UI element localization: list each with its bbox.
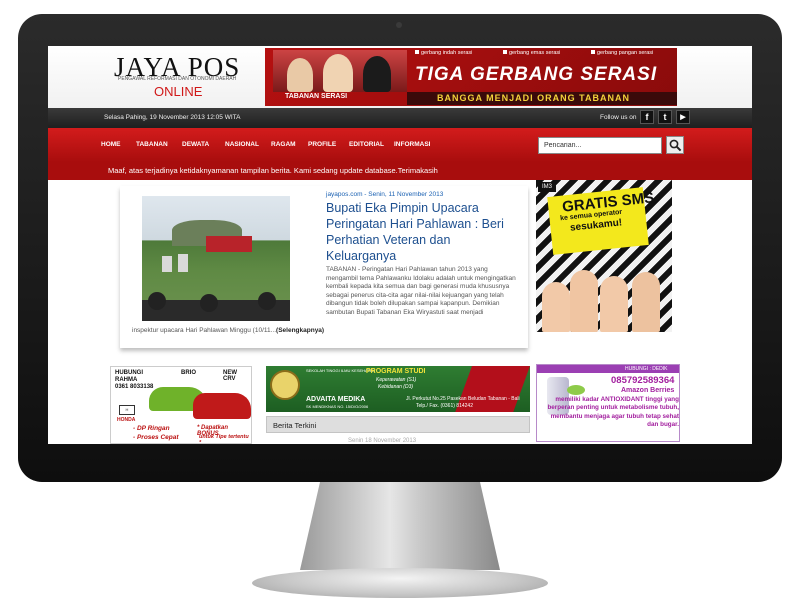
im3-ad[interactable]: IM3 GRATIS SMS ke semua operator sesukam… [536,180,672,332]
notice-bar: Maaf, atas terjadinya ketidaknyamanan ta… [48,162,752,180]
monitor-stand-base [252,568,548,598]
im3-logo: IM3 [538,182,556,192]
nav-profile[interactable]: PROFILE [308,141,336,148]
honda-contact-label: HUBUNGI [115,370,143,376]
college-name: ADVAITA MEDIKA [306,396,366,403]
banner-tag: gerbang indah serasi [415,50,472,56]
banner-headline: TIGA GERBANG SERASI [415,64,658,85]
nav-home[interactable]: HOME [101,141,121,148]
news-date: Senin 18 November 2013 [348,438,417,444]
honda-promo: - Proses Cepat [133,434,179,441]
honda-contact-name: RAHMA [115,377,138,383]
search-input[interactable] [538,137,662,154]
featured-photo[interactable] [142,196,290,321]
logo-online[interactable]: ONLINE [154,84,202,99]
model-image [600,276,628,332]
banner-slogan: BANGGA MENJADI ORANG TABANAN [437,93,630,103]
section-header-berita-terkini: Berita Terkini [266,416,530,433]
monitor-stand-neck [300,482,500,570]
model-image [570,270,598,332]
model-image [542,282,570,332]
honda-logo-icon: H [119,405,135,415]
contact-label: HUBUNGI : DEDIK [625,366,668,372]
article-title[interactable]: Bupati Eka Pimpin Upacara Peringatan Har… [326,200,516,264]
current-date: Selasa Pahing, 19 November 2013 12:05 WI… [104,114,241,121]
article-excerpt: TABANAN - Peringatan Hari Pahlawan tahun… [326,266,516,316]
article-excerpt-tail: inspektur upacara Hari Pahlawan Minggu (… [132,327,325,334]
model-image [632,272,660,332]
logo-tagline: PENGAWAL REFORMASI DAN OTONOMI DAERAH [118,76,237,82]
program-heading: PROGRAM STUDI [366,368,426,375]
college-license: SK MENDIKNAS NO. 15/D/O/2006 [306,404,369,409]
nav-ragam[interactable]: RAGAM [271,141,296,148]
brio-label: BRIO [181,370,196,376]
program-item: Keperawatan (S1) [376,377,417,383]
advaita-medika-ad[interactable]: SEKOLAH TINGGI ILMU KESEHATAN ADVAITA ME… [266,366,530,412]
product-name: Amazon Berries [621,387,675,394]
leaf-icon [567,385,585,395]
browser-screen: JAYA POS PENGAWAL REFORMASI DAN OTONOMI … [48,46,752,444]
nav-editorial[interactable]: EDITORIAL [349,141,384,148]
honda-brand: HONDA [117,417,136,423]
banner-photo [273,50,407,92]
search-icon [669,139,682,152]
read-more-link[interactable]: (Selengkapnya) [276,327,324,334]
follow-label: Follow us on [600,114,637,121]
header-banner-ad[interactable]: TABANAN SERASI gerbang indah serasi gerb… [265,48,677,106]
program-item: Kebidanan (D3) [378,384,414,390]
college-seal-icon [270,370,300,400]
youtube-icon[interactable]: ▶ [676,110,690,124]
search-button[interactable] [666,136,684,154]
site-header: JAYA POS PENGAWAL REFORMASI DAN OTONOMI … [48,46,752,108]
nav-tabanan[interactable]: TABANAN [136,141,168,148]
webcam-icon [396,22,402,28]
college-address: Jl. Perkutut No.25 Pasekan Beludan Taban… [406,396,520,402]
banner-tag: gerbang emas serasi [503,50,560,56]
section-title: Berita Terkini [273,421,317,430]
college-type: SEKOLAH TINGGI ILMU KESEHATAN [306,368,376,373]
crv-car-image [193,393,251,419]
honda-ad[interactable]: HUBUNGI RAHMA 0361 8033138 BRIO NEW CRV … [110,366,252,444]
notice-text: Maaf, atas terjadinya ketidaknyamanan ta… [108,166,438,175]
amazon-berries-ad[interactable]: HUBUNGI : DEDIK 085792589364 Amazon Berr… [536,364,680,442]
twitter-icon[interactable]: t [658,110,672,124]
nav-informasi[interactable]: INFORMASI [394,141,430,148]
article-meta: jayapos.com - Senin, 11 November 2013 [326,191,444,198]
nav-nasional[interactable]: NASIONAL [225,141,259,148]
date-bar: Selasa Pahing, 19 November 2013 12:05 WI… [48,108,752,128]
college-phone: Telp./ Fax. (0361) 814242 [416,403,473,409]
featured-article: jayapos.com - Senin, 11 November 2013 Bu… [120,186,528,348]
facebook-icon[interactable]: f [640,110,654,124]
main-nav: HOME TABANAN DEWATA NASIONAL RAGAM PROFI… [48,128,752,162]
nav-dewata[interactable]: DEWATA [182,141,209,148]
honda-bonus: untuk Tipe tertentu * [199,434,249,444]
crv-label: NEW CRV [223,370,237,382]
banner-photo-caption: TABANAN SERASI [285,93,348,100]
contact-phone: 085792589364 [611,375,675,386]
honda-contact-phone: 0361 8033138 [115,384,154,390]
product-description: memiliki kadar ANTIOXIDANT tinggi yang b… [547,396,679,429]
banner-tag: gerbang pangan serasi [591,50,653,56]
honda-promo: - DP Ringan [133,425,170,432]
